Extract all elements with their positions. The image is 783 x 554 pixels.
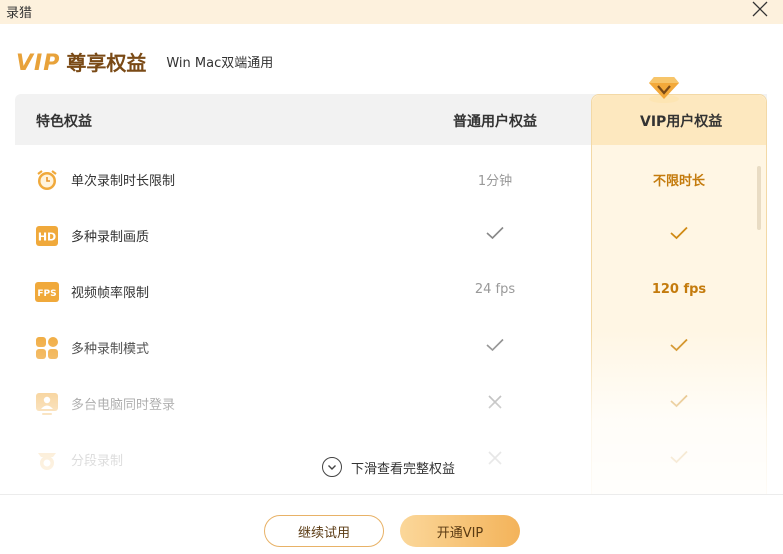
vip-header: VIP 尊享权益 Win Mac双端通用 bbox=[16, 47, 273, 77]
vip-check-icon bbox=[599, 226, 759, 244]
normal-check-icon bbox=[435, 338, 555, 356]
normal-check-icon bbox=[435, 226, 555, 244]
diamond-icon bbox=[649, 77, 679, 103]
footer-divider bbox=[0, 494, 783, 495]
table-row: HD 多种录制画质 bbox=[15, 207, 767, 263]
grid-icon bbox=[36, 337, 58, 359]
row-label: 分段录制 bbox=[71, 454, 124, 469]
table-row: 多台电脑同时登录 bbox=[15, 375, 767, 431]
vip-check-icon bbox=[599, 450, 759, 468]
benefits-table: 特色权益 普通用户权益 VIP用户权益 单次录制时长限制 1分钟 不限时长 HD… bbox=[15, 94, 767, 494]
row-label: 单次录制时长限制 bbox=[71, 174, 176, 189]
vip-value: 不限时长 bbox=[652, 174, 705, 189]
vip-check-icon bbox=[599, 394, 759, 412]
row-label: 视频帧率限制 bbox=[71, 286, 150, 301]
continue-trial-button[interactable]: 继续试用 bbox=[264, 515, 384, 547]
platform-subtitle: Win Mac双端通用 bbox=[166, 56, 274, 71]
vip-value: 120 fps bbox=[651, 282, 707, 297]
scroll-hint-text: 下滑查看完整权益 bbox=[351, 461, 456, 477]
table-row: 单次录制时长限制 1分钟 不限时长 bbox=[15, 151, 767, 207]
vip-logo-text: VIP bbox=[16, 51, 61, 76]
camera-icon bbox=[38, 453, 56, 470]
svg-text:HD: HD bbox=[38, 231, 56, 244]
app-title: 录猎 bbox=[6, 6, 33, 21]
normal-value: 24 fps bbox=[474, 282, 516, 297]
close-icon[interactable] bbox=[751, 0, 769, 18]
vip-check-icon bbox=[599, 338, 759, 356]
user-screen-icon bbox=[36, 393, 58, 415]
row-label: 多台电脑同时登录 bbox=[71, 398, 176, 413]
title-bar: 录猎 bbox=[0, 0, 783, 24]
header-normal: 普通用户权益 bbox=[453, 114, 537, 130]
table-row: FPS 视频帧率限制 24 fps 120 fps bbox=[15, 263, 767, 319]
table-row: 多种录制模式 bbox=[15, 319, 767, 375]
header-vip: VIP用户权益 bbox=[640, 114, 723, 130]
normal-cross-icon bbox=[435, 394, 555, 414]
header-feature: 特色权益 bbox=[36, 114, 92, 130]
chevron-down-icon bbox=[322, 457, 342, 477]
hd-icon: HD bbox=[36, 226, 58, 246]
page-title: 尊享权益 bbox=[66, 51, 147, 75]
svg-text:FPS: FPS bbox=[37, 289, 56, 299]
row-label: 多种录制模式 bbox=[71, 342, 150, 357]
alarm-clock-icon bbox=[37, 170, 57, 190]
row-label: 多种录制画质 bbox=[71, 230, 150, 245]
fps-icon: FPS bbox=[35, 282, 59, 302]
open-vip-button[interactable]: 开通VIP bbox=[400, 515, 520, 547]
scroll-hint[interactable]: 下滑查看完整权益 bbox=[322, 457, 455, 477]
normal-value: 1分钟 bbox=[477, 174, 513, 189]
